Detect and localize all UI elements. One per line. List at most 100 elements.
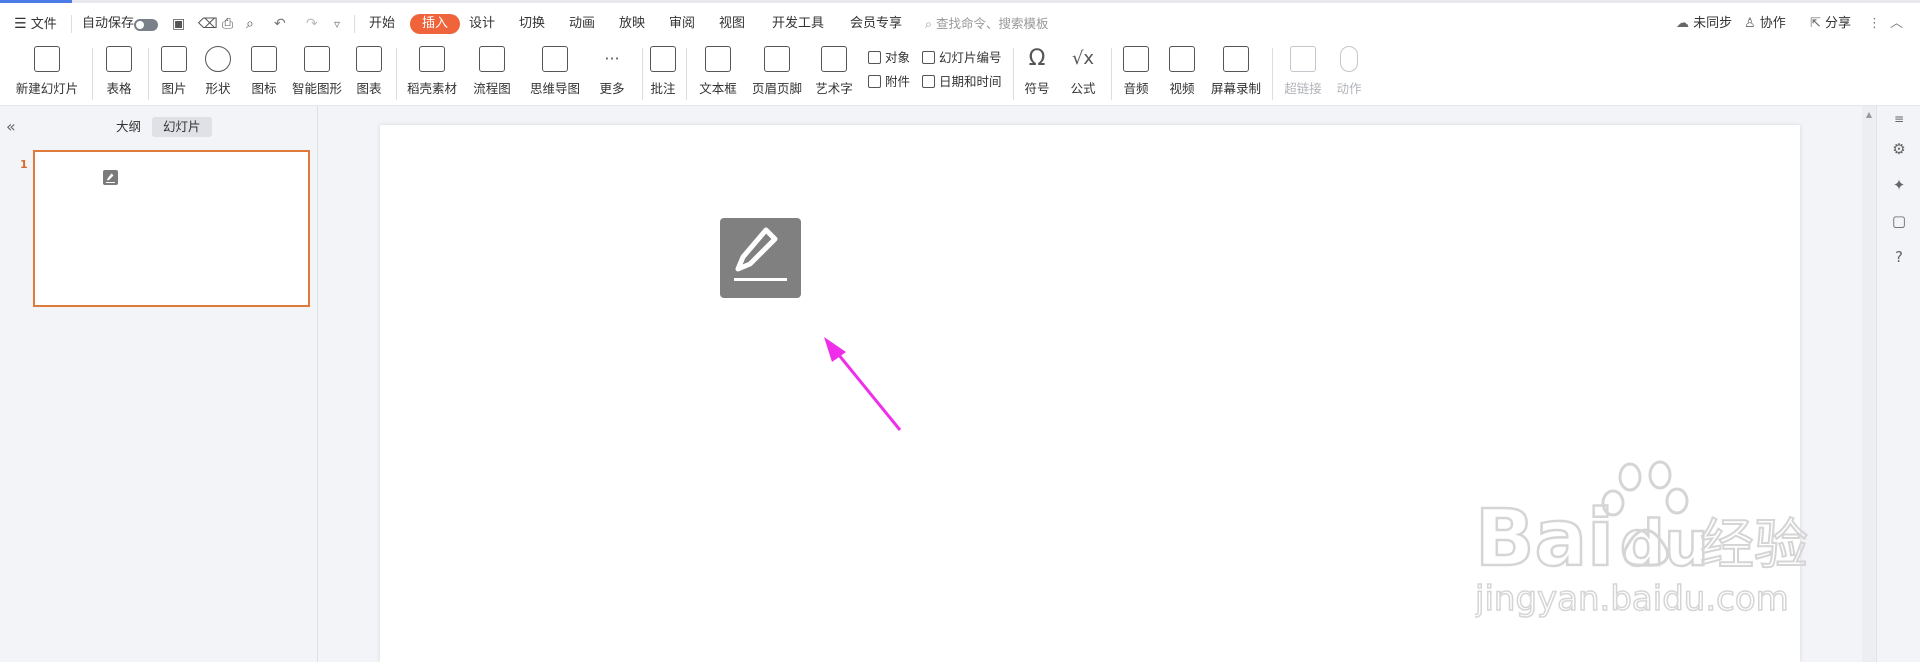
shape-icon — [205, 46, 231, 72]
textbox-button[interactable]: 文本框 — [694, 42, 742, 106]
flowchart-button[interactable]: 流程图 — [468, 42, 516, 106]
action-button[interactable]: 动作 — [1334, 42, 1364, 106]
tab-transition[interactable]: 切换 — [519, 14, 545, 34]
slide-number-button[interactable]: 幻灯片编号 — [922, 49, 1002, 67]
shape-button[interactable]: 形状 — [198, 42, 238, 106]
hyperlink-button[interactable]: 超链接 — [1278, 42, 1328, 106]
calendar-icon — [922, 75, 935, 88]
tab-slideshow[interactable]: 放映 — [619, 14, 645, 34]
save-icon[interactable]: ▣ — [172, 14, 185, 34]
object-button[interactable]: 对象 — [868, 49, 910, 67]
paperclip-icon — [868, 75, 881, 88]
edit-placeholder-icon[interactable] — [720, 218, 801, 298]
attachment-button[interactable]: 附件 — [868, 73, 910, 91]
screen-record-button[interactable]: 屏幕录制 — [1208, 42, 1264, 106]
undo-icon[interactable]: ↶ — [274, 14, 286, 34]
collapse-panel-icon[interactable]: « — [6, 117, 16, 136]
table-label: 表格 — [106, 81, 132, 96]
icon-library-label: 图标 — [251, 81, 277, 96]
picture-button[interactable]: 图片 — [154, 42, 194, 106]
wordart-label: 艺术字 — [815, 81, 853, 96]
formula-button[interactable]: √x 公式 — [1064, 42, 1102, 106]
quick-access-more-icon[interactable]: ▿ — [334, 14, 340, 34]
more-button[interactable]: ··· 更多 — [592, 42, 632, 106]
formula-icon: √x — [1071, 48, 1095, 69]
slide-canvas[interactable] — [380, 125, 1800, 662]
pin-icon[interactable]: ✦ — [1888, 174, 1910, 196]
audio-button[interactable]: 音频 — [1116, 42, 1156, 106]
divider — [148, 48, 149, 100]
material-label: 稻壳素材 — [406, 81, 457, 96]
sync-status-button[interactable]: ☁ 未同步 — [1676, 14, 1732, 34]
print-icon[interactable]: ⎙ — [222, 14, 233, 34]
video-button[interactable]: 视频 — [1162, 42, 1202, 106]
slide-number: 1 — [20, 158, 28, 171]
table-button[interactable]: 表格 — [98, 42, 140, 106]
autosave-toggle[interactable] — [134, 19, 158, 31]
mindmap-icon — [542, 46, 568, 72]
more-options-icon[interactable]: ⋮ — [1868, 14, 1881, 34]
redo-icon[interactable]: ↷ — [306, 14, 318, 34]
icon-library-button[interactable]: 图标 — [244, 42, 284, 106]
help-icon[interactable]: ? — [1888, 246, 1910, 268]
slide-thumbnail[interactable] — [33, 150, 310, 307]
tab-view[interactable]: 视图 — [719, 14, 745, 34]
icons-icon — [251, 46, 277, 72]
print-preview-icon[interactable]: ⌕ — [246, 14, 254, 34]
new-slide-button[interactable]: 新建幻灯片 — [10, 42, 84, 106]
comment-button[interactable]: 批注 — [648, 42, 678, 106]
divider — [71, 15, 72, 33]
settings-sliders-icon[interactable]: ⚙ — [1888, 138, 1910, 160]
material-button[interactable]: 稻壳素材 — [404, 42, 460, 106]
sync-label: 未同步 — [1693, 16, 1733, 31]
header-footer-icon — [764, 46, 790, 72]
datetime-label: 日期和时间 — [939, 74, 1002, 89]
share-icon: ⇱ — [1810, 16, 1821, 31]
share-label: 分享 — [1825, 16, 1852, 31]
tab-insert[interactable]: 插入 — [410, 14, 461, 34]
wordart-button[interactable]: 艺术字 — [810, 42, 858, 106]
search-placeholder: 查找命令、搜索模板 — [936, 16, 1049, 31]
hyperlink-label: 超链接 — [1284, 81, 1322, 96]
ribbon-toolbar: 新建幻灯片 表格 图片 形状 图标 智能图形 图表 稻壳素材 流程图 思维导图 … — [0, 42, 1920, 106]
omega-icon: Ω — [1028, 46, 1046, 71]
datetime-button[interactable]: 日期和时间 — [922, 73, 1002, 91]
vertical-scrollbar[interactable]: ▲ — [1862, 106, 1876, 662]
more-dots-icon: ··· — [604, 49, 620, 68]
symbol-button[interactable]: Ω 符号 — [1018, 42, 1056, 106]
tab-outline[interactable]: 大纲 — [105, 117, 152, 137]
file-menu-button[interactable]: ☰ 文件 — [14, 14, 57, 34]
tab-design[interactable]: 设计 — [469, 14, 495, 34]
textbox-label: 文本框 — [699, 81, 737, 96]
tab-member[interactable]: 会员专享 — [850, 14, 902, 34]
bar-chart-icon — [356, 46, 382, 72]
sidebar-handle-icon[interactable]: ≡ — [1888, 108, 1910, 130]
smart-art-icon — [304, 46, 330, 72]
shape-label: 形状 — [205, 81, 231, 96]
action-label: 动作 — [1336, 81, 1362, 96]
object-icon — [868, 51, 881, 64]
scroll-up-icon[interactable]: ▲ — [1862, 110, 1876, 119]
video-icon — [1169, 46, 1195, 72]
tab-review[interactable]: 审阅 — [669, 14, 695, 34]
chart-button[interactable]: 图表 — [350, 42, 388, 106]
tab-developer[interactable]: 开发工具 — [772, 14, 824, 34]
cloud-icon: ☁ — [1676, 16, 1689, 31]
tab-start[interactable]: 开始 — [369, 14, 395, 34]
mindmap-button[interactable]: 思维导图 — [524, 42, 586, 106]
smart-art-button[interactable]: 智能图形 — [290, 42, 344, 106]
header-footer-button[interactable]: 页眉页脚 — [752, 42, 802, 106]
new-slide-label: 新建幻灯片 — [15, 81, 79, 96]
collapse-ribbon-icon[interactable]: ︿ — [1890, 14, 1903, 34]
share-button[interactable]: ⇱ 分享 — [1810, 14, 1851, 34]
search-box[interactable]: ⌕ 查找命令、搜索模板 — [925, 14, 1049, 34]
slide-number-label: 幻灯片编号 — [939, 50, 1002, 65]
slides-panel-icon[interactable]: ▢ — [1888, 210, 1910, 232]
comment-icon — [650, 46, 676, 72]
tab-slides[interactable]: 幻灯片 — [152, 117, 212, 137]
tab-animation[interactable]: 动画 — [569, 14, 595, 34]
audio-label: 音频 — [1123, 81, 1149, 96]
collab-button[interactable]: ♙ 协作 — [1744, 14, 1786, 34]
screen-record-label: 屏幕录制 — [1210, 81, 1261, 96]
format-painter-icon[interactable]: ⌫ — [198, 14, 218, 34]
